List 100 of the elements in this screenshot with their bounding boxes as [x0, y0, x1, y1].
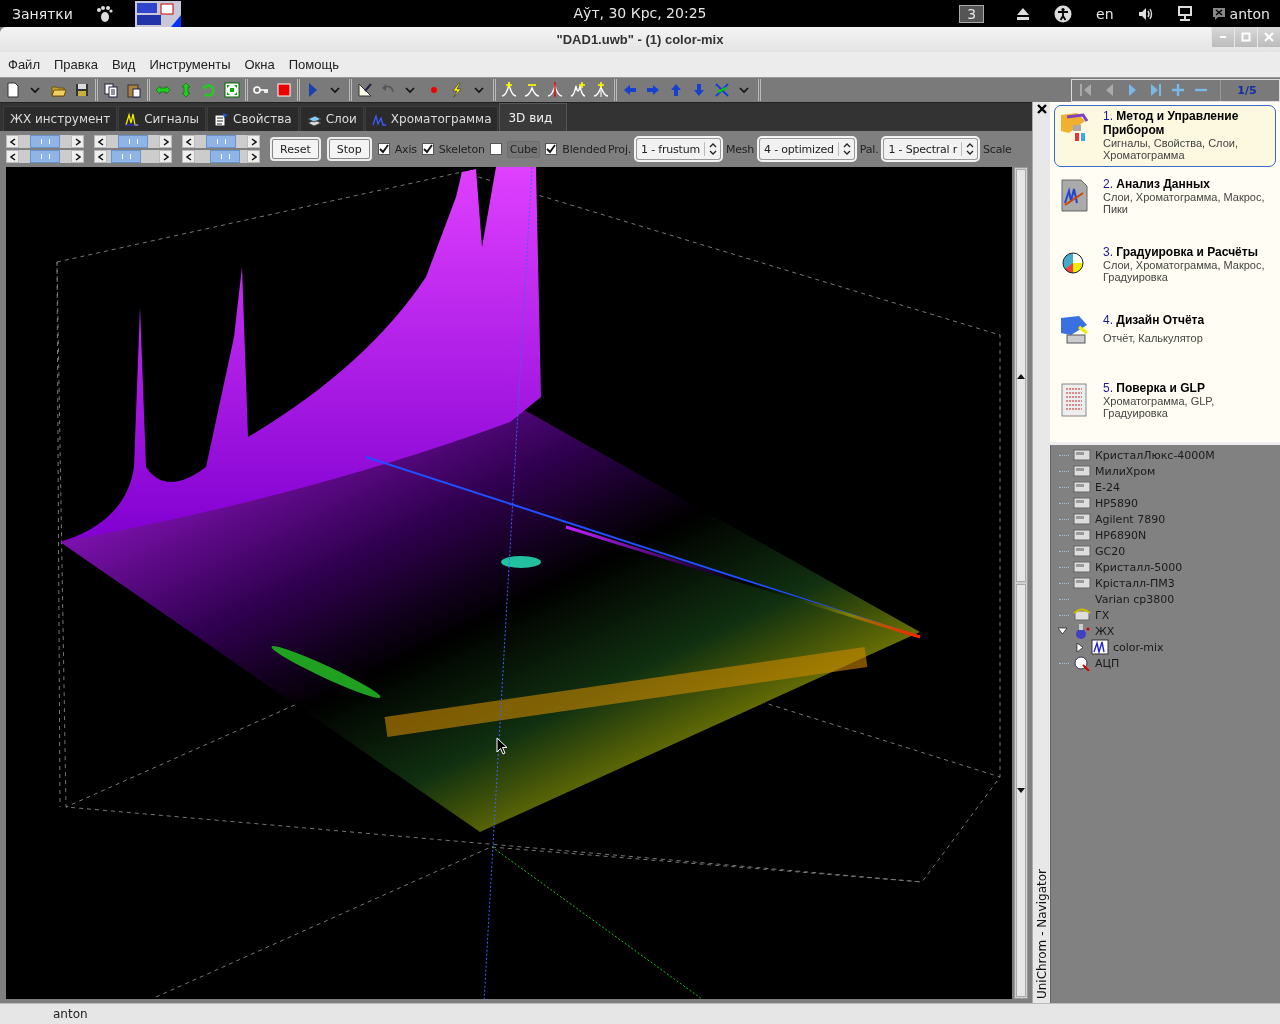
tree-item[interactable]: АЦП — [1095, 656, 1120, 670]
tree-item[interactable]: GC20 — [1095, 544, 1126, 558]
stop-button[interactable]: Stop — [328, 139, 370, 159]
menu-item[interactable]: Инструменты — [142, 55, 238, 74]
ruler-icon[interactable] — [357, 82, 373, 98]
scrollbar-thumb[interactable] — [210, 150, 241, 163]
device-icon — [1073, 479, 1091, 495]
scrollbar[interactable] — [182, 150, 260, 163]
copy-icon[interactable] — [103, 82, 119, 98]
scrollbar[interactable] — [94, 150, 172, 163]
keyboard-layout[interactable]: en — [1096, 5, 1114, 22]
menu-item[interactable]: Файл — [1, 55, 47, 74]
menu-item[interactable]: Вид — [104, 55, 143, 74]
tab[interactable]: Хроматограмма — [364, 106, 499, 131]
chart-icon — [1091, 639, 1109, 655]
navigator-item[interactable]: 3. Градуировка и Расчёты Слои, Хроматограмма, Макрос, Градуировка — [1054, 241, 1276, 303]
peak-add-icon[interactable] — [501, 82, 517, 98]
verification-icon — [1059, 383, 1089, 417]
checkbox[interactable] — [545, 143, 558, 155]
volume-icon[interactable] — [1137, 6, 1154, 21]
up-arrow-icon[interactable] — [1017, 372, 1025, 379]
scrollbar-thumb[interactable] — [111, 150, 142, 163]
tree-item[interactable]: color-mix — [1113, 640, 1164, 654]
double-peak-icon[interactable] — [570, 82, 586, 98]
activities-button[interactable]: Занятки — [12, 5, 73, 22]
device-icon — [1073, 495, 1091, 511]
network-icon[interactable] — [1177, 5, 1192, 22]
item-subtitle: Хроматограмма, GLP, Градуировка — [1103, 395, 1216, 419]
scale-label: Scale — [983, 142, 1012, 156]
tree-item[interactable]: Крісталл-ПМ3 — [1095, 576, 1175, 590]
foot-icon[interactable] — [94, 4, 113, 23]
chat-icon[interactable] — [1211, 6, 1226, 21]
menu-item[interactable]: Правка — [46, 55, 105, 74]
tab[interactable]: Слои — [299, 106, 364, 131]
scrollbar[interactable] — [94, 135, 172, 148]
up-down-caret-icon — [708, 143, 717, 155]
scrollbar-thumb[interactable] — [206, 135, 236, 148]
close-icon — [1263, 31, 1275, 43]
fit-view-icon[interactable] — [224, 82, 240, 98]
collapsed-arrow-icon[interactable] — [1075, 642, 1085, 652]
item-title: 1. Метод и Управление Прибором — [1103, 109, 1240, 137]
navigator-item[interactable]: 5. Поверка и GLP Хроматограмма, GLP, Градуировка — [1054, 377, 1276, 439]
menu-item[interactable]: Помощь — [281, 55, 346, 74]
checkbox[interactable] — [489, 143, 502, 155]
down-arrow-icon[interactable] — [1017, 787, 1025, 794]
menu-item[interactable]: Окна — [237, 55, 282, 74]
tab-icon — [125, 111, 141, 127]
cross-arrows-icon[interactable] — [714, 82, 730, 98]
workspace-indicator[interactable]: 3 — [959, 4, 985, 23]
tree-item[interactable]: КристалЛюкс-4000М — [1095, 448, 1215, 462]
panel-title: UniChrom - Navigator — [1034, 868, 1049, 999]
scrollbar[interactable] — [6, 135, 84, 148]
tree-item[interactable]: Varian cp3800 — [1095, 592, 1175, 606]
scrollbar-thumb[interactable] — [30, 150, 60, 163]
close-icon[interactable] — [1036, 104, 1047, 114]
tab[interactable]: ЖХ инструмент — [3, 106, 118, 131]
mouse-pointer-icon — [496, 737, 508, 755]
navigator-item[interactable]: 1. Метод и Управление Прибором Сигналы, Свойства, Слои, Хроматограмма — [1054, 105, 1276, 167]
tree-item[interactable]: Agilent 7890 — [1095, 512, 1166, 526]
vertical-scrollbar[interactable] — [1014, 167, 1028, 999]
clock[interactable]: Аўт, 30 Крс, 20:25 — [573, 5, 707, 21]
user-menu[interactable]: anton — [1229, 5, 1270, 22]
tab[interactable]: 3D вид — [499, 103, 568, 131]
tab[interactable]: Свойства — [207, 106, 299, 131]
checkbox-label: Axis — [394, 142, 417, 156]
tree-item[interactable]: МилиХром — [1095, 464, 1156, 478]
tree-item[interactable]: HP6890N — [1095, 528, 1147, 542]
checkbox[interactable] — [421, 143, 434, 155]
tree-item[interactable]: E-24 — [1095, 480, 1120, 494]
checkbox[interactable] — [377, 143, 390, 155]
navigator-item[interactable]: 4. Дизайн Отчёта Отчёт, Калькулятор — [1054, 309, 1276, 371]
item-subtitle: Слои, Хроматограмма, Макрос, Градуировка — [1103, 259, 1266, 283]
tree-item[interactable]: HP5890 — [1095, 496, 1138, 510]
tree-item[interactable]: ГХ — [1095, 608, 1110, 622]
item-subtitle: Сигналы, Свойства, Слои, Хроматограмма — [1103, 137, 1239, 161]
new-file-icon[interactable] — [5, 82, 21, 98]
page-indicator: 1/5 — [1220, 79, 1273, 101]
scrollbar-thumb[interactable] — [30, 135, 60, 148]
dropdown[interactable]: 4 - optimized — [759, 138, 855, 160]
tree-item[interactable]: Кристалл-5000 — [1095, 560, 1183, 574]
eject-icon[interactable] — [1016, 6, 1031, 21]
paste-icon[interactable] — [126, 82, 142, 98]
peak-remove-icon[interactable] — [524, 82, 540, 98]
navigator-item[interactable]: 2. Анализ Данных Слои, Хроматограмма, Макрос, Пики — [1054, 173, 1276, 235]
item-title: 3. Градуировка и Расчёты — [1103, 245, 1259, 259]
tree-item[interactable]: ЖХ — [1095, 624, 1115, 638]
save-icon[interactable] — [74, 82, 90, 98]
peak-split-icon[interactable] — [593, 82, 609, 98]
scrollbar[interactable] — [6, 150, 84, 163]
peak-marker-icon[interactable] — [547, 82, 563, 98]
scrollbar-thumb[interactable] — [118, 135, 148, 148]
reset-button[interactable]: Reset — [272, 139, 319, 159]
status-text: anton — [53, 1007, 88, 1021]
app-launcher-icon[interactable] — [134, 0, 181, 27]
expanded-arrow-icon[interactable] — [1057, 626, 1067, 636]
scrollbar[interactable] — [182, 135, 260, 148]
dropdown[interactable]: 1 - Spectral r — [883, 138, 979, 160]
accessibility-icon[interactable] — [1054, 4, 1073, 23]
tab[interactable]: Сигналы — [118, 106, 206, 131]
dropdown[interactable]: 1 - frustum — [636, 138, 721, 160]
